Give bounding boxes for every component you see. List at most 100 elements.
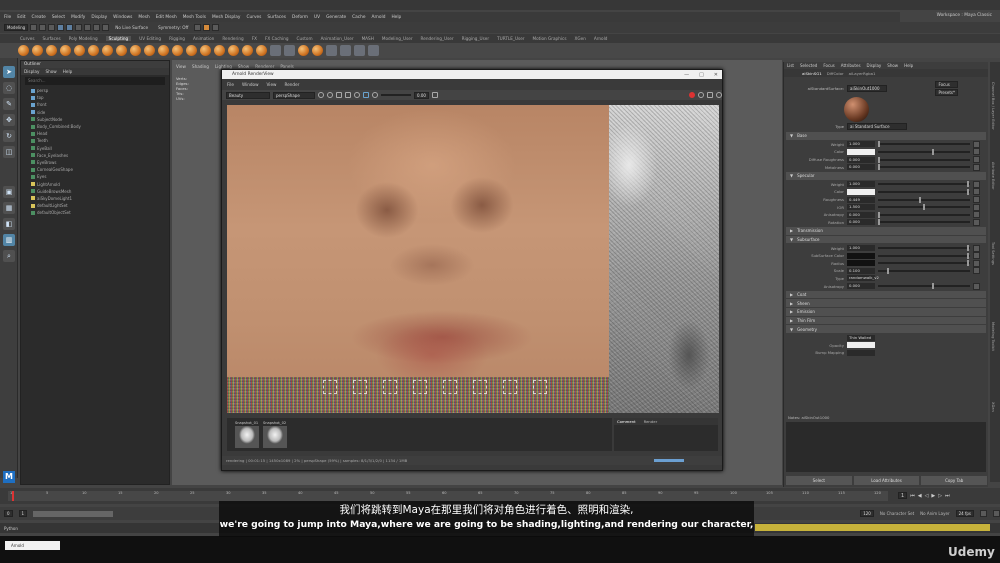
- select-tool-icon[interactable]: ➤: [3, 66, 15, 78]
- layout-two-icon[interactable]: ◧: [3, 218, 15, 230]
- sculpt-tool-icon[interactable]: [18, 45, 29, 56]
- outliner-item[interactable]: side: [21, 109, 169, 116]
- refresh-render-icon[interactable]: [698, 92, 704, 98]
- map-button-icon[interactable]: [973, 282, 980, 290]
- grab-tool-icon[interactable]: [60, 45, 71, 56]
- color-swatch[interactable]: [847, 252, 875, 259]
- snapshot-icon[interactable]: [431, 92, 438, 98]
- tab-comment[interactable]: Comment: [617, 419, 636, 424]
- outliner-item[interactable]: GuideBrowsMesh: [21, 188, 169, 195]
- outliner-menu-help[interactable]: Help: [63, 69, 73, 74]
- copy-tab-button[interactable]: Copy Tab: [921, 475, 988, 485]
- current-frame-field[interactable]: 1: [898, 492, 908, 499]
- menu-surfaces[interactable]: Surfaces: [267, 15, 286, 20]
- current-time-marker[interactable]: [12, 491, 14, 501]
- shelf-tab-xgen[interactable]: XGen: [575, 36, 586, 41]
- shelf-tab-rendering[interactable]: Rendering: [222, 36, 243, 41]
- outliner-item[interactable]: defaultLightSet: [21, 202, 169, 209]
- shelf-tab-mash[interactable]: MASH: [362, 36, 374, 41]
- knife-tool-icon[interactable]: [200, 45, 211, 56]
- outliner-menu-display[interactable]: Display: [24, 69, 39, 74]
- color-swatch[interactable]: [847, 148, 875, 155]
- attribute-value-field[interactable]: 0.449: [847, 196, 875, 203]
- menu-arnold[interactable]: Arnold: [372, 15, 386, 20]
- ae-menu-selected[interactable]: Selected: [800, 63, 817, 68]
- anim-layer-dropdown[interactable]: No Anim Layer: [920, 511, 949, 516]
- repeat-tool-icon[interactable]: [130, 45, 141, 56]
- lasso-tool-icon[interactable]: ◌: [3, 82, 15, 94]
- outliner-item[interactable]: aiSkyDomeLight1: [21, 195, 169, 202]
- section-header-base[interactable]: ▼ Base: [786, 132, 986, 140]
- section-header-emission[interactable]: ▶ Emission: [786, 308, 986, 316]
- attribute-slider[interactable]: [878, 141, 970, 148]
- map-button-icon[interactable]: [973, 140, 980, 148]
- shelf-tab-animation-user[interactable]: Animation_User: [321, 36, 354, 41]
- shelf-tab-sculpting[interactable]: Sculpting: [105, 36, 132, 41]
- smear-tool-icon[interactable]: [214, 45, 225, 56]
- attribute-value-field[interactable]: 0.100: [847, 267, 875, 274]
- convert-freeze-icon[interactable]: [298, 45, 309, 56]
- snap-grid-icon[interactable]: [84, 24, 92, 31]
- render-settings-gear-icon[interactable]: [716, 92, 722, 98]
- smooth-tool-icon[interactable]: [32, 45, 43, 56]
- ipr-icon[interactable]: [707, 92, 713, 98]
- display-settings-icon[interactable]: [363, 92, 369, 98]
- viewport-menu-show[interactable]: Show: [238, 64, 249, 69]
- attribute-slider[interactable]: [878, 211, 970, 218]
- map-button-icon[interactable]: [973, 259, 980, 267]
- attribute-slider[interactable]: [878, 204, 970, 211]
- outliner-item[interactable]: defaultObjectSet: [21, 209, 169, 216]
- outliner-item[interactable]: EyeBrows: [21, 159, 169, 166]
- ae-menu-help[interactable]: Help: [904, 63, 913, 68]
- ae-tab[interactable]: aiSkinSG1: [802, 71, 822, 76]
- map-button-icon[interactable]: [973, 148, 980, 156]
- render-settings-icon[interactable]: [212, 24, 220, 31]
- fps-dropdown[interactable]: 24 fps: [955, 510, 974, 517]
- flatten-tool-icon[interactable]: [88, 45, 99, 56]
- map-button-icon[interactable]: [973, 196, 980, 204]
- focus-button[interactable]: Focus: [935, 80, 958, 88]
- scale-tool-icon[interactable]: ◫: [3, 146, 15, 158]
- range-inner-field[interactable]: 1: [18, 510, 28, 517]
- attribute-slider[interactable]: [878, 252, 970, 259]
- slider-handle[interactable]: [967, 245, 970, 252]
- presets-button[interactable]: Presets*: [935, 88, 958, 96]
- attribute-slider[interactable]: [878, 148, 970, 155]
- menu-edit-mesh[interactable]: Edit Mesh: [156, 15, 177, 20]
- attribute-value-field[interactable]: 0.000: [847, 211, 875, 218]
- character-set-dropdown[interactable]: No Character Set: [880, 511, 914, 516]
- section-header-sheen[interactable]: ▶ Sheen: [786, 299, 986, 308]
- auto-key-icon[interactable]: [980, 510, 987, 517]
- slider-handle[interactable]: [923, 204, 925, 211]
- workspace-selector[interactable]: Workspace : Maya Classic: [937, 13, 992, 18]
- side-tab[interactable]: Channel Box / Layer Editor: [991, 82, 995, 130]
- attribute-value-field[interactable]: randomwalk_v2: [847, 275, 879, 282]
- go-start-icon[interactable]: ⏮: [910, 493, 915, 499]
- shelf-tab-surfaces[interactable]: Surfaces: [43, 36, 61, 41]
- layout-four-icon[interactable]: ▦: [3, 202, 15, 214]
- outliner-item[interactable]: LightArnold: [21, 180, 169, 187]
- paint-select-icon[interactable]: ✎: [3, 98, 15, 110]
- map-button-icon[interactable]: [973, 156, 980, 164]
- wax-tool-icon[interactable]: [158, 45, 169, 56]
- camera-dropdown[interactable]: perspShape: [273, 91, 315, 99]
- select-hierarchy-icon[interactable]: [57, 24, 65, 31]
- map-button-icon[interactable]: [973, 163, 980, 171]
- menu-curves[interactable]: Curves: [246, 15, 261, 20]
- pinch-tool-icon[interactable]: [74, 45, 85, 56]
- slider-handle[interactable]: [967, 181, 970, 188]
- menu-cache[interactable]: Cache: [352, 15, 365, 20]
- render-menu-render[interactable]: Render: [284, 82, 299, 87]
- attribute-slider[interactable]: [878, 188, 970, 195]
- attribute-value-field[interactable]: 1.500: [847, 204, 875, 211]
- slider-handle[interactable]: [967, 260, 970, 267]
- step-back-icon[interactable]: ◀: [918, 493, 922, 499]
- open-scene-icon[interactable]: [39, 24, 47, 31]
- attribute-slider[interactable]: [878, 156, 970, 163]
- menu-file[interactable]: File: [4, 15, 11, 20]
- color-swatch[interactable]: [847, 188, 875, 195]
- viewport-menu-renderer[interactable]: Renderer: [255, 64, 274, 69]
- outliner-item[interactable]: Teeth: [21, 137, 169, 144]
- attribute-slider[interactable]: [878, 260, 970, 267]
- attribute-value-field[interactable]: 0.000: [847, 219, 875, 226]
